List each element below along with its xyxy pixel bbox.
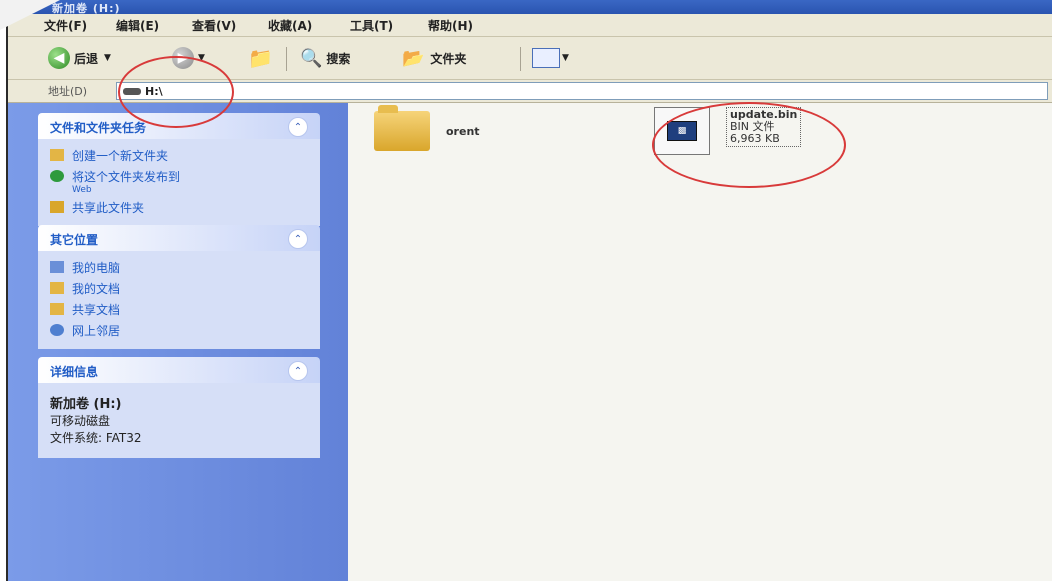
- place-my-documents[interactable]: 我的文档: [38, 278, 320, 299]
- task-label: 将这个文件夹发布到: [72, 170, 181, 184]
- file-size: 6,963 KB: [730, 132, 780, 145]
- task-sub-label: Web: [72, 185, 92, 195]
- back-button[interactable]: ◀ 后退 ▼: [48, 45, 111, 71]
- title-bar: 新加卷 (H:): [8, 0, 1052, 15]
- tasks-panel-title: 文件和文件夹任务: [50, 121, 147, 135]
- menu-help[interactable]: 帮助(H): [428, 17, 473, 34]
- documents-icon: [50, 282, 64, 294]
- folders-icon: 📂: [402, 47, 425, 69]
- details-panel-body: 新加卷 (H:) 可移动磁盘 文件系统: FAT32: [38, 383, 320, 458]
- back-label: 后退: [74, 51, 99, 66]
- views-icon: [532, 48, 560, 68]
- views-button[interactable]: ▼: [532, 45, 569, 71]
- new-folder-icon: [50, 149, 64, 161]
- places-panel: 其它位置 ⌃ 我的电脑 我的文档 共享文档 网上邻居: [38, 225, 320, 349]
- toolbar-separator: [520, 47, 521, 71]
- task-share-folder[interactable]: 共享此文件夹: [38, 197, 320, 218]
- collapse-icon[interactable]: ⌃: [288, 229, 308, 249]
- collapse-icon[interactable]: ⌃: [288, 117, 308, 137]
- tasks-panel-header[interactable]: 文件和文件夹任务 ⌃: [38, 113, 320, 139]
- corner-glare: [0, 0, 60, 30]
- task-pane: 文件和文件夹任务 ⌃ 创建一个新文件夹 将这个文件夹发布到 Web 共享此文件夹…: [8, 103, 348, 581]
- drive-name: 新加卷 (H:): [50, 397, 122, 412]
- menu-edit[interactable]: 编辑(E): [116, 17, 159, 34]
- details-panel: 详细信息 ⌃ 新加卷 (H:) 可移动磁盘 文件系统: FAT32: [38, 357, 320, 458]
- forward-button[interactable]: ▶ ▼: [172, 45, 205, 71]
- place-label: 共享文档: [72, 303, 121, 317]
- details-panel-header[interactable]: 详细信息 ⌃: [38, 357, 320, 383]
- shared-documents-icon: [50, 303, 64, 315]
- folder-name: orent: [446, 125, 480, 138]
- up-folder-icon: 📁: [248, 46, 273, 70]
- menu-favorites[interactable]: 收藏(A): [268, 17, 312, 34]
- search-button[interactable]: 🔍 搜索: [300, 45, 350, 71]
- bin-file-glyph: ▩: [667, 121, 697, 141]
- chevron-down-icon: ▼: [562, 53, 569, 63]
- address-label: 地址(D): [48, 85, 88, 98]
- task-new-folder[interactable]: 创建一个新文件夹: [38, 145, 320, 166]
- network-icon: [50, 324, 64, 336]
- address-value: H:\: [145, 84, 163, 98]
- search-icon: 🔍: [300, 47, 323, 69]
- details-block: 新加卷 (H:) 可移动磁盘 文件系统: FAT32: [38, 389, 320, 450]
- file-list: orent ▩ update.bin BIN 文件 6,963 KB: [348, 103, 1052, 581]
- address-bar: 地址(D) H:\: [8, 80, 1052, 103]
- collapse-icon[interactable]: ⌃: [288, 361, 308, 381]
- drive-type: 可移动磁盘: [50, 414, 111, 428]
- folders-button[interactable]: 📂 文件夹: [402, 45, 466, 71]
- place-network[interactable]: 网上邻居: [38, 320, 320, 341]
- place-label: 我的文档: [72, 282, 121, 296]
- menu-bar: 文件(F) 编辑(E) 查看(V) 收藏(A) 工具(T) 帮助(H): [8, 14, 1052, 37]
- share-folder-icon: [50, 201, 64, 213]
- computer-icon: [50, 261, 64, 273]
- tasks-panel-body: 创建一个新文件夹 将这个文件夹发布到 Web 共享此文件夹: [38, 139, 320, 226]
- bin-file-icon: ▩: [654, 107, 710, 155]
- toolbar-separator: [286, 47, 287, 71]
- place-my-computer[interactable]: 我的电脑: [38, 257, 320, 278]
- menu-tools[interactable]: 工具(T): [350, 17, 393, 34]
- drive-icon: [123, 87, 141, 95]
- places-panel-title: 其它位置: [50, 233, 99, 247]
- places-panel-header[interactable]: 其它位置 ⌃: [38, 225, 320, 251]
- place-label: 网上邻居: [72, 324, 121, 338]
- task-label: 创建一个新文件夹: [72, 149, 169, 163]
- file-info: update.bin BIN 文件 6,963 KB: [726, 107, 802, 147]
- filesystem-info: 文件系统: FAT32: [50, 431, 142, 445]
- chevron-down-icon: ▼: [198, 53, 205, 63]
- forward-arrow-icon: ▶: [172, 47, 194, 69]
- task-publish-text: 将这个文件夹发布到 Web: [72, 168, 180, 195]
- globe-icon: [50, 170, 64, 182]
- folder-icon: [374, 105, 430, 151]
- menu-view[interactable]: 查看(V): [192, 17, 236, 34]
- explorer-window: 新加卷 (H:) 文件(F) 编辑(E) 查看(V) 收藏(A) 工具(T) 帮…: [6, 0, 1052, 581]
- places-panel-body: 我的电脑 我的文档 共享文档 网上邻居: [38, 251, 320, 349]
- search-label: 搜索: [326, 51, 351, 66]
- up-folder-button[interactable]: 📁: [248, 45, 273, 71]
- folders-label: 文件夹: [430, 51, 467, 66]
- chevron-down-icon: ▼: [104, 53, 111, 63]
- tasks-panel: 文件和文件夹任务 ⌃ 创建一个新文件夹 将这个文件夹发布到 Web 共享此文件夹: [38, 113, 320, 226]
- file-item[interactable]: ▩ update.bin BIN 文件 6,963 KB: [654, 107, 802, 155]
- folder-item[interactable]: orent: [374, 105, 480, 151]
- place-label: 我的电脑: [72, 261, 121, 275]
- task-publish-web[interactable]: 将这个文件夹发布到 Web: [38, 166, 320, 197]
- details-panel-title: 详细信息: [50, 365, 99, 379]
- task-label: 共享此文件夹: [72, 201, 145, 215]
- toolbar: ◀ 后退 ▼ ▶ ▼ 📁 🔍 搜索 📂 文件夹 ▼: [8, 37, 1052, 80]
- address-input[interactable]: H:\: [116, 82, 1048, 100]
- back-arrow-icon: ◀: [48, 47, 70, 69]
- place-shared-documents[interactable]: 共享文档: [38, 299, 320, 320]
